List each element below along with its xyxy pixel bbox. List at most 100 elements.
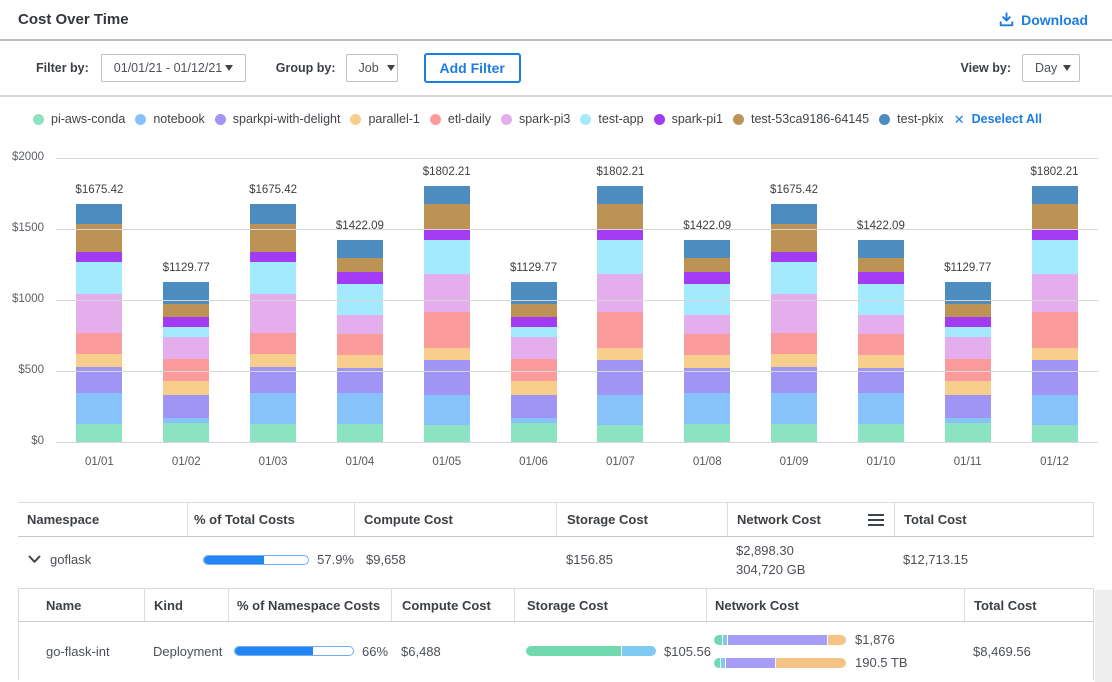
stacked-bar-01/12[interactable] bbox=[1032, 186, 1078, 442]
bar-segment-notebook[interactable] bbox=[771, 393, 817, 424]
bar-segment-sparkpi-with-delight[interactable] bbox=[858, 368, 904, 393]
stacked-bar-01/08[interactable] bbox=[684, 240, 730, 442]
bar-segment-sparkpi-with-delight[interactable] bbox=[684, 368, 730, 393]
bar-segment-pi-aws-conda[interactable] bbox=[771, 424, 817, 442]
bar-segment-sparkpi-with-delight[interactable] bbox=[945, 395, 991, 417]
bar-segment-test-53ca9186-64145[interactable] bbox=[945, 304, 991, 316]
legend-item-test-53ca9186-64145[interactable]: test-53ca9186-64145 bbox=[733, 112, 869, 126]
bar-segment-test-pkix[interactable] bbox=[684, 240, 730, 258]
bar-segment-spark-pi1[interactable] bbox=[858, 272, 904, 284]
bar-segment-notebook[interactable] bbox=[250, 393, 296, 424]
bar-segment-spark-pi1[interactable] bbox=[250, 252, 296, 262]
bar-segment-etl-daily[interactable] bbox=[424, 312, 470, 348]
add-filter-button[interactable]: Add Filter bbox=[424, 53, 521, 83]
deselect-all-button[interactable]: ✕ Deselect All bbox=[954, 112, 1042, 126]
stacked-bar-01/06[interactable] bbox=[511, 282, 557, 442]
bar-segment-parallel-1[interactable] bbox=[945, 381, 991, 395]
stacked-bar-01/01[interactable] bbox=[76, 204, 122, 442]
bar-segment-spark-pi3[interactable] bbox=[597, 274, 643, 312]
bar-segment-notebook[interactable] bbox=[684, 393, 730, 424]
bar-segment-etl-daily[interactable] bbox=[337, 334, 383, 354]
bar-segment-pi-aws-conda[interactable] bbox=[858, 424, 904, 442]
bar-segment-sparkpi-with-delight[interactable] bbox=[163, 395, 209, 417]
bar-segment-notebook[interactable] bbox=[597, 395, 643, 425]
legend-item-parallel-1[interactable]: parallel-1 bbox=[350, 112, 419, 126]
bar-segment-pi-aws-conda[interactable] bbox=[1032, 425, 1078, 442]
stacked-bar-01/09[interactable] bbox=[771, 204, 817, 442]
bar-segment-test-app[interactable] bbox=[771, 262, 817, 294]
bar-segment-spark-pi3[interactable] bbox=[945, 337, 991, 360]
bar-segment-parallel-1[interactable] bbox=[858, 355, 904, 369]
bar-segment-spark-pi3[interactable] bbox=[337, 315, 383, 334]
column-settings-icon[interactable] bbox=[868, 514, 884, 526]
bar-segment-notebook[interactable] bbox=[858, 393, 904, 424]
legend-item-test-app[interactable]: test-app bbox=[580, 112, 643, 126]
bar-segment-test-app[interactable] bbox=[945, 327, 991, 337]
date-range-select[interactable]: 01/01/21 - 01/12/21 bbox=[101, 54, 246, 82]
bar-segment-test-app[interactable] bbox=[511, 327, 557, 337]
bar-segment-etl-daily[interactable] bbox=[771, 333, 817, 354]
bar-segment-pi-aws-conda[interactable] bbox=[250, 424, 296, 442]
group-by-select[interactable]: Job bbox=[346, 54, 398, 82]
scrollbar-track[interactable] bbox=[1095, 590, 1112, 682]
legend-item-spark-pi1[interactable]: spark-pi1 bbox=[654, 112, 723, 126]
bar-segment-sparkpi-with-delight[interactable] bbox=[597, 360, 643, 395]
bar-segment-parallel-1[interactable] bbox=[511, 381, 557, 395]
stacked-bar-01/05[interactable] bbox=[424, 186, 470, 442]
bar-segment-parallel-1[interactable] bbox=[163, 381, 209, 395]
bar-segment-test-53ca9186-64145[interactable] bbox=[337, 258, 383, 272]
legend-item-spark-pi3[interactable]: spark-pi3 bbox=[501, 112, 570, 126]
legend-item-sparkpi-with-delight[interactable]: sparkpi-with-delight bbox=[215, 112, 341, 126]
bar-segment-test-pkix[interactable] bbox=[337, 240, 383, 258]
stacked-bar-01/03[interactable] bbox=[250, 204, 296, 442]
bar-segment-parallel-1[interactable] bbox=[250, 354, 296, 368]
bar-segment-parallel-1[interactable] bbox=[771, 354, 817, 368]
bar-segment-etl-daily[interactable] bbox=[76, 333, 122, 354]
bar-segment-spark-pi1[interactable] bbox=[771, 252, 817, 262]
bar-segment-etl-daily[interactable] bbox=[684, 334, 730, 354]
bar-segment-spark-pi3[interactable] bbox=[424, 274, 470, 312]
bar-segment-pi-aws-conda[interactable] bbox=[163, 423, 209, 442]
download-button[interactable]: Download bbox=[999, 12, 1088, 28]
bar-segment-pi-aws-conda[interactable] bbox=[597, 425, 643, 442]
bar-segment-parallel-1[interactable] bbox=[424, 348, 470, 360]
bar-segment-test-app[interactable] bbox=[1032, 240, 1078, 273]
bar-segment-spark-pi1[interactable] bbox=[684, 272, 730, 284]
legend-item-etl-daily[interactable]: etl-daily bbox=[430, 112, 491, 126]
bar-segment-parallel-1[interactable] bbox=[1032, 348, 1078, 360]
bar-segment-spark-pi3[interactable] bbox=[684, 315, 730, 334]
bar-segment-test-53ca9186-64145[interactable] bbox=[684, 258, 730, 272]
bar-segment-notebook[interactable] bbox=[424, 395, 470, 425]
bar-segment-parallel-1[interactable] bbox=[597, 348, 643, 360]
bar-segment-test-pkix[interactable] bbox=[597, 186, 643, 204]
bar-segment-pi-aws-conda[interactable] bbox=[945, 423, 991, 442]
bar-segment-sparkpi-with-delight[interactable] bbox=[337, 368, 383, 393]
bar-segment-test-53ca9186-64145[interactable] bbox=[511, 304, 557, 316]
bar-segment-spark-pi1[interactable] bbox=[1032, 230, 1078, 240]
bar-segment-spark-pi1[interactable] bbox=[337, 272, 383, 284]
view-by-select[interactable]: Day bbox=[1022, 54, 1080, 82]
stacked-bar-01/11[interactable] bbox=[945, 282, 991, 442]
bar-segment-spark-pi3[interactable] bbox=[1032, 274, 1078, 312]
bar-segment-pi-aws-conda[interactable] bbox=[76, 424, 122, 442]
bar-segment-sparkpi-with-delight[interactable] bbox=[1032, 360, 1078, 395]
namespace-expand-toggle[interactable]: goflask bbox=[18, 537, 187, 582]
bar-segment-spark-pi1[interactable] bbox=[945, 317, 991, 328]
bar-segment-test-53ca9186-64145[interactable] bbox=[424, 204, 470, 230]
bar-segment-test-app[interactable] bbox=[163, 327, 209, 337]
bar-segment-spark-pi1[interactable] bbox=[424, 230, 470, 240]
bar-segment-pi-aws-conda[interactable] bbox=[337, 424, 383, 442]
bar-segment-test-53ca9186-64145[interactable] bbox=[76, 224, 122, 252]
bar-segment-sparkpi-with-delight[interactable] bbox=[511, 395, 557, 417]
bar-segment-pi-aws-conda[interactable] bbox=[424, 425, 470, 442]
bar-segment-notebook[interactable] bbox=[337, 393, 383, 424]
bar-segment-sparkpi-with-delight[interactable] bbox=[424, 360, 470, 395]
bar-segment-test-app[interactable] bbox=[250, 262, 296, 294]
bar-segment-etl-daily[interactable] bbox=[1032, 312, 1078, 348]
bar-segment-spark-pi3[interactable] bbox=[511, 337, 557, 360]
bar-segment-spark-pi3[interactable] bbox=[858, 315, 904, 334]
bar-segment-etl-daily[interactable] bbox=[250, 333, 296, 354]
legend-item-pi-aws-conda[interactable]: pi-aws-conda bbox=[33, 112, 125, 126]
bar-segment-test-pkix[interactable] bbox=[76, 204, 122, 224]
bar-segment-test-pkix[interactable] bbox=[1032, 186, 1078, 204]
